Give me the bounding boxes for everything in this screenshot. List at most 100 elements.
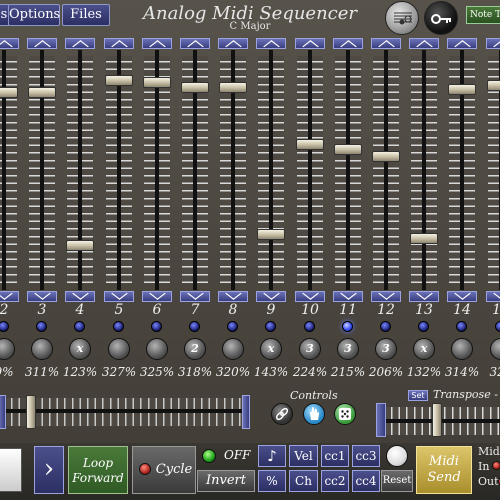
step-up-button[interactable] [180,38,210,49]
step-led-icon[interactable] [265,321,276,332]
step-up-button[interactable] [0,38,19,49]
step-knob[interactable] [108,338,130,360]
step-slider-thumb[interactable] [181,82,209,93]
stop-button[interactable] [0,448,22,492]
step-led-icon[interactable] [0,321,9,332]
transpose-set-button[interactable]: Set [408,390,428,401]
play-next-button[interactable]: › [34,446,64,494]
power-indicator-icon[interactable] [202,449,216,463]
step-slider-thumb[interactable] [28,87,56,98]
step-up-button[interactable] [295,38,325,49]
percent-mode-button[interactable]: % [258,470,286,492]
step-up-button[interactable] [409,38,439,49]
step-knob[interactable] [451,338,473,360]
step-knob[interactable]: x [260,338,282,360]
link-icon[interactable] [271,403,293,425]
step-led-icon[interactable] [227,321,238,332]
cc2-button[interactable]: cc2 [321,470,349,492]
step-led-icon[interactable] [495,321,500,332]
loop-forward-button[interactable]: Loop Forward [68,446,128,494]
velocity-button[interactable]: Vel [289,445,318,467]
step-up-button[interactable] [371,38,401,49]
step-down-button[interactable] [0,291,19,302]
reset-indicator-icon[interactable] [386,445,408,467]
step-up-button[interactable] [65,38,95,49]
transpose-left-end[interactable] [376,403,386,437]
sequence-length-left-end[interactable] [0,395,6,429]
step-up-button[interactable] [256,38,286,49]
step-slider-thumb[interactable] [296,139,324,150]
step-knob[interactable] [31,338,53,360]
sequence-length-right-end[interactable] [242,395,250,429]
step-down-button[interactable] [295,291,325,302]
options-button[interactable]: Options [8,4,60,26]
step-down-button[interactable] [27,291,57,302]
step-down-button[interactable] [256,291,286,302]
notes-settings-button[interactable] [385,1,419,35]
step-down-button[interactable] [371,291,401,302]
step-knob[interactable] [0,338,15,360]
step-slider-thumb[interactable] [487,80,500,91]
reset-button[interactable]: Reset [381,470,413,492]
step-knob[interactable]: x [413,338,435,360]
step-led-icon[interactable] [342,321,353,332]
step-down-button[interactable] [486,291,500,302]
step-down-button[interactable] [65,291,95,302]
step-down-button[interactable] [142,291,172,302]
note-button[interactable]: Note T [466,6,500,24]
sequence-length-thumb[interactable] [26,395,36,429]
step-up-button[interactable] [333,38,363,49]
cc3-button[interactable]: cc3 [352,445,380,467]
step-up-button[interactable] [486,38,500,49]
step-up-button[interactable] [27,38,57,49]
step-down-button[interactable] [333,291,363,302]
transpose-thumb[interactable] [432,403,442,437]
step-down-button[interactable] [104,291,134,302]
step-up-button[interactable] [142,38,172,49]
step-led-icon[interactable] [151,321,162,332]
step-down-button[interactable] [180,291,210,302]
step-knob[interactable]: x [69,338,91,360]
step-led-icon[interactable] [113,321,124,332]
step-led-icon[interactable] [380,321,391,332]
step-slider-thumb[interactable] [257,229,285,240]
step-knob[interactable] [146,338,168,360]
step-slider-thumb[interactable] [448,84,476,95]
sequence-length-slider[interactable] [0,395,250,429]
step-up-button[interactable] [218,38,248,49]
step-down-button[interactable] [409,291,439,302]
step-slider-thumb[interactable] [0,87,18,98]
step-up-button[interactable] [104,38,134,49]
midi-send-button[interactable]: Midi Send [416,446,472,494]
step-led-icon[interactable] [74,321,85,332]
step-knob[interactable]: 2 [184,338,206,360]
step-led-icon[interactable] [418,321,429,332]
step-slider-thumb[interactable] [219,82,247,93]
step-knob[interactable]: 3 [299,338,321,360]
step-knob[interactable] [222,338,244,360]
step-slider-thumb[interactable] [334,144,362,155]
step-slider-thumb[interactable] [372,151,400,162]
step-knob[interactable]: 3 [337,338,359,360]
cc1-button[interactable]: cc1 [321,445,349,467]
key-button[interactable] [424,1,458,35]
hand-icon[interactable] [303,403,325,425]
step-down-button[interactable] [447,291,477,302]
step-slider-thumb[interactable] [410,233,438,244]
cc4-button[interactable]: cc4 [352,470,380,492]
step-slider-thumb[interactable] [143,77,171,88]
step-led-icon[interactable] [36,321,47,332]
dice-icon[interactable] [334,403,356,425]
step-slider-thumb[interactable] [66,240,94,251]
invert-button[interactable]: Invert [197,470,255,492]
files-button[interactable]: Files [62,4,110,26]
step-knob[interactable] [490,338,500,360]
step-up-button[interactable] [447,38,477,49]
step-knob[interactable]: 3 [375,338,397,360]
step-down-button[interactable] [218,291,248,302]
note-mode-button[interactable]: ♪ [258,445,286,467]
step-led-icon[interactable] [189,321,200,332]
channel-button[interactable]: Ch [289,470,318,492]
step-slider-thumb[interactable] [105,75,133,86]
step-led-icon[interactable] [456,321,467,332]
